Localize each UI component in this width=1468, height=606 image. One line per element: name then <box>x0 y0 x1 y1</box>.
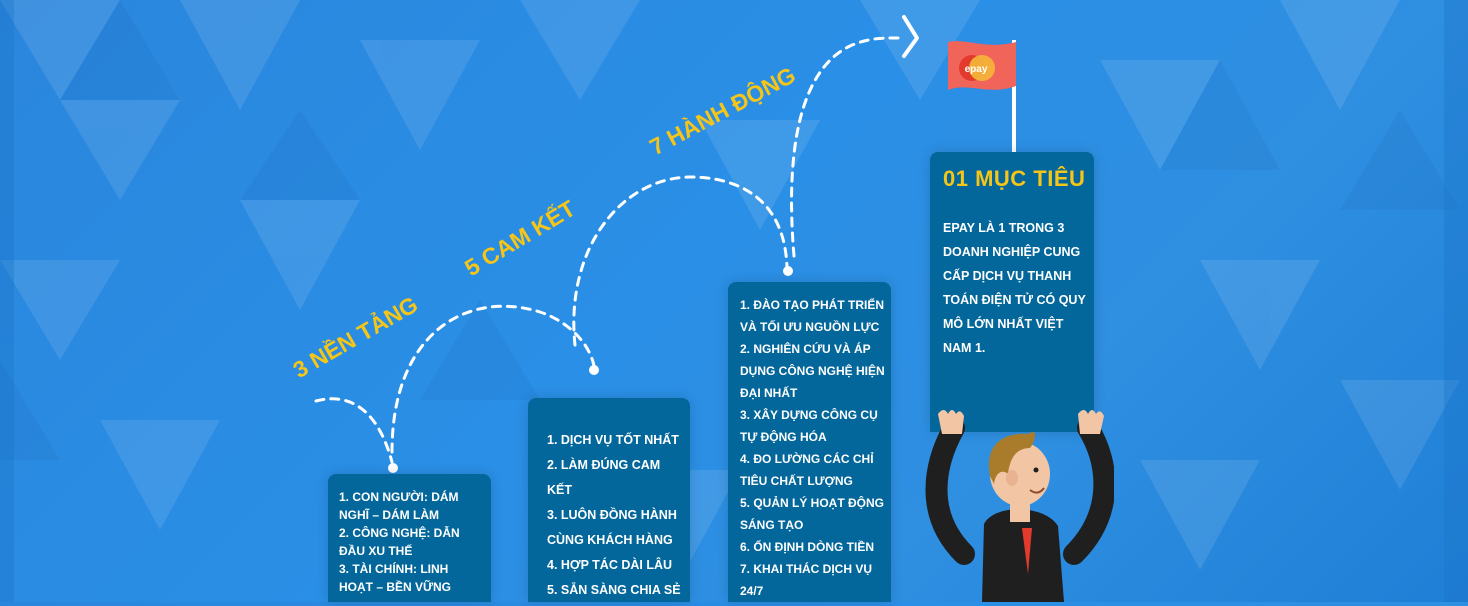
list-item: 1. DỊCH VỤ TỐT NHẤT <box>547 433 679 447</box>
flag-logo-text: epay <box>965 64 988 75</box>
list-item: 2. NGHIÊN CỨU VÀ ÁP DỤNG CÔNG NGHỆ HIỆN … <box>740 342 885 400</box>
goal-box: 01 MỤC TIÊU EPAY LÀ 1 TRONG 3 DOANH NGHI… <box>930 152 1094 432</box>
list-item: 4. ĐO LƯỜNG CÁC CHỈ TIÊU CHẤT LƯỢNG <box>740 452 874 488</box>
businessman-illustration <box>924 404 1116 602</box>
list-item: 1. CON NGƯỜI: DÁM NGHĨ – DÁM LÀM <box>339 490 459 522</box>
list-item: 5. QUẢN LÝ HOẠT ĐỘNG SÁNG TẠO <box>740 496 885 532</box>
list-item: 3. XÂY DỰNG CÔNG CỤ TỰ ĐỘNG HÓA <box>740 408 878 444</box>
commitments-list: 1. DỊCH VỤ TỐT NHẤT 2. LÀM ĐÚNG CAM KẾT … <box>547 428 682 603</box>
list-item: 3. LUÔN ĐỒNG HÀNH CÙNG KHÁCH HÀNG <box>547 508 677 547</box>
list-item: 2. LÀM ĐÚNG CAM KẾT <box>547 458 661 497</box>
list-item: 3. TÀI CHÍNH: LINH HOẠT – BỀN VỮNG <box>339 562 451 594</box>
list-item: 4. HỢP TÁC DÀI LÂU <box>547 558 673 572</box>
epay-flag: epay <box>946 38 1026 156</box>
list-item: 1. ĐÀO TẠO PHÁT TRIỂN VÀ TỐI ƯU NGUỒN LỰ… <box>740 298 885 334</box>
list-item: 2. CÔNG NGHỆ: DẪN ĐẦU XU THẾ <box>339 526 460 558</box>
foundations-box: 1. CON NGƯỜI: DÁM NGHĨ – DÁM LÀM 2. CÔNG… <box>328 474 491 602</box>
flag-icon: epay <box>948 40 1016 156</box>
list-item: 7. KHAI THÁC DỊCH VỤ 24/7 <box>740 562 873 598</box>
actions-box: 1. ĐÀO TẠO PHÁT TRIỂN VÀ TỐI ƯU NGUỒN LỰ… <box>728 282 891 602</box>
goal-text: EPAY LÀ 1 TRONG 3 DOANH NGHIỆP CUNG CẤP … <box>943 221 1086 355</box>
actions-list: 1. ĐÀO TẠO PHÁT TRIỂN VÀ TỐI ƯU NGUỒN LỰ… <box>740 294 885 602</box>
list-item: 6. ỔN ĐỊNH DÒNG TIỀN <box>740 540 875 554</box>
list-item: 5. SẴN SÀNG CHIA SẺ <box>547 583 681 597</box>
foundations-list: 1. CON NGƯỜI: DÁM NGHĨ – DÁM LÀM 2. CÔNG… <box>339 488 481 596</box>
goal-title: 01 MỤC TIÊU <box>943 166 1086 191</box>
commitments-box: 1. DỊCH VỤ TỐT NHẤT 2. LÀM ĐÚNG CAM KẾT … <box>528 398 690 602</box>
